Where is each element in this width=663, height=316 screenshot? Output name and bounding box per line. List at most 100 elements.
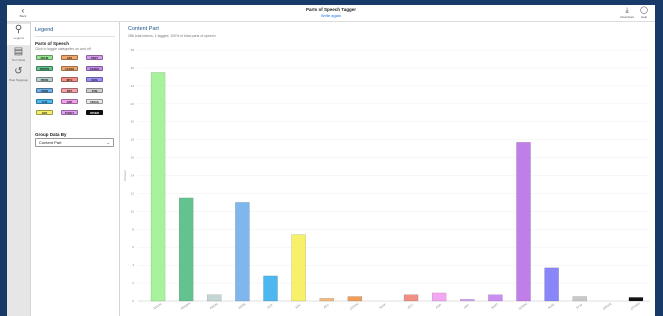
y-tick-label: 6 [132, 245, 134, 249]
chart-panel: Content Part 286 total tokens, 1 tagged;… [120, 22, 655, 316]
write-again-link[interactable]: Write again [207, 13, 455, 19]
back-button[interactable]: ‹ Back [13, 7, 33, 20]
x-tick-label: NUM [378, 302, 386, 309]
pos-chip-adp[interactable]: ADP [61, 99, 78, 104]
x-tick-label: PART [491, 302, 500, 310]
rail-item-legend[interactable]: ⚲ Legend [7, 24, 30, 45]
x-tick-label: DET [463, 303, 470, 310]
y-tick-label: 16 [131, 156, 135, 160]
help-button[interactable]: ◯ Help [635, 7, 653, 20]
top-bar: ‹ Back Parts of Speech Tagger Write agai… [7, 5, 655, 22]
pos-chip-aux[interactable]: AUX [36, 99, 53, 104]
x-tick-label: AUX [266, 303, 273, 310]
bar [516, 142, 531, 302]
rail-item-past-taggings[interactable]: ↺ Past Taggings [7, 66, 30, 87]
x-tick-label: NOUN [153, 302, 163, 310]
bar [207, 294, 222, 302]
pos-chip-space[interactable]: SPACE [86, 99, 103, 104]
pos-hint: Click to toggle categories on and off [35, 47, 91, 51]
search-icon: ⚲ [14, 24, 23, 35]
side-rail: ⚲ Legend ▤ Text Stats ↺ Past Taggings [7, 22, 31, 316]
y-tick-label: 24 [131, 84, 135, 88]
bar [347, 296, 363, 302]
x-tick-label: PRON [209, 302, 218, 310]
legend-panel: Legend Parts of Speech Click to toggle c… [31, 22, 120, 316]
chevron-down-icon: ⌄ [106, 140, 110, 145]
x-tick-label: NUM [547, 302, 555, 309]
bar [263, 275, 278, 302]
pos-chip-punct[interactable]: PUNCT [61, 110, 78, 115]
y-tick-label: 20 [131, 120, 135, 124]
group-by-value: Content Part [39, 140, 62, 145]
pos-chip-adv[interactable]: ADV [36, 110, 53, 115]
chart-note: 286 total tokens, 1 tagged; 100% of tota… [128, 34, 216, 38]
back-label: Back [19, 14, 27, 18]
bar [403, 294, 419, 302]
history-icon: ↺ [14, 66, 23, 77]
bar-chart: 0246810121416182022242628PercentNOUN PROP… [123, 48, 650, 311]
y-tick-label: 4 [132, 263, 134, 267]
pos-chip-cconj[interactable]: CCONJ [61, 66, 78, 71]
download-label: Download [620, 15, 634, 19]
rail-item-label: Legend [13, 36, 24, 40]
pos-chip-verb[interactable]: VERB [36, 88, 53, 93]
bar [460, 299, 475, 302]
chevron-left-icon: ‹ [21, 6, 25, 15]
rail-item-text-stats[interactable]: ▤ Text Stats [7, 46, 30, 67]
pos-chip-adj[interactable]: ADJ [61, 55, 78, 60]
download-icon: ⤓ [625, 7, 629, 14]
pos-chip-part[interactable]: PART [86, 55, 103, 60]
x-tick-label: VERB [237, 302, 246, 310]
pos-heading: Parts of Speech [35, 41, 70, 46]
bar [544, 267, 559, 302]
x-tick-label: PROPN [180, 301, 191, 310]
rail-item-label: Past Taggings [9, 78, 28, 82]
pos-chip-noun[interactable]: NOUN [36, 55, 53, 60]
document-icon: ▤ [13, 46, 24, 57]
y-tick-label: 14 [131, 174, 135, 178]
bar [291, 234, 306, 302]
x-tick-label: ADP [435, 303, 442, 310]
bar [488, 294, 503, 302]
page-title: Parts of Speech Tagger [306, 7, 356, 12]
title-block: Parts of Speech Tagger Write again [207, 6, 455, 19]
bar [150, 72, 166, 302]
y-tick-label: 0 [132, 299, 134, 303]
group-by-heading: Group Data By [35, 132, 67, 137]
app-window: ‹ Back Parts of Speech Tagger Write agai… [7, 5, 655, 316]
y-tick-label: 26 [131, 66, 135, 70]
group-by-select[interactable]: Content Part ⌄ [35, 138, 114, 147]
pos-chip-sym[interactable]: SYM [86, 88, 103, 93]
x-tick-label: CCONJ [349, 301, 360, 310]
y-axis-label: Percent [123, 170, 127, 181]
pos-chip-sconj[interactable]: SCONJ [86, 66, 103, 71]
rail-item-label: Text Stats [11, 58, 26, 62]
x-tick-label: OTHER [630, 301, 642, 311]
y-tick-label: 28 [131, 48, 135, 52]
pos-chip-pron[interactable]: PRON [36, 77, 53, 82]
pos-chip-det[interactable]: DET [61, 88, 78, 93]
help-label: Help [640, 15, 648, 19]
x-tick-label: ADV [294, 303, 301, 310]
pos-chip-propn[interactable]: PROPN [36, 66, 53, 71]
bar [431, 292, 447, 302]
y-tick-label: 8 [132, 227, 134, 231]
x-tick-label: SYM [575, 302, 583, 309]
divider [35, 36, 115, 37]
pos-chip-intj[interactable]: INTJ [61, 77, 78, 82]
pos-chip-num[interactable]: NUM [86, 77, 103, 82]
bar [235, 202, 250, 302]
y-tick-label: 10 [131, 209, 135, 213]
lightbulb-icon: ◯ [640, 7, 648, 14]
y-tick-label: 12 [131, 191, 135, 195]
bar [628, 297, 644, 302]
x-tick-label: SCONJ [518, 301, 529, 310]
x-tick-label: SPACE [602, 302, 612, 311]
bar [178, 197, 194, 302]
x-tick-label: INTJ [407, 302, 415, 309]
y-tick-label: 18 [131, 138, 135, 142]
download-button[interactable]: ⤓ Download [618, 7, 636, 20]
pos-chip-other[interactable]: OTHER [86, 110, 103, 115]
x-tick-label: ADJ [323, 303, 330, 310]
chart-title: Content Part [128, 26, 159, 32]
